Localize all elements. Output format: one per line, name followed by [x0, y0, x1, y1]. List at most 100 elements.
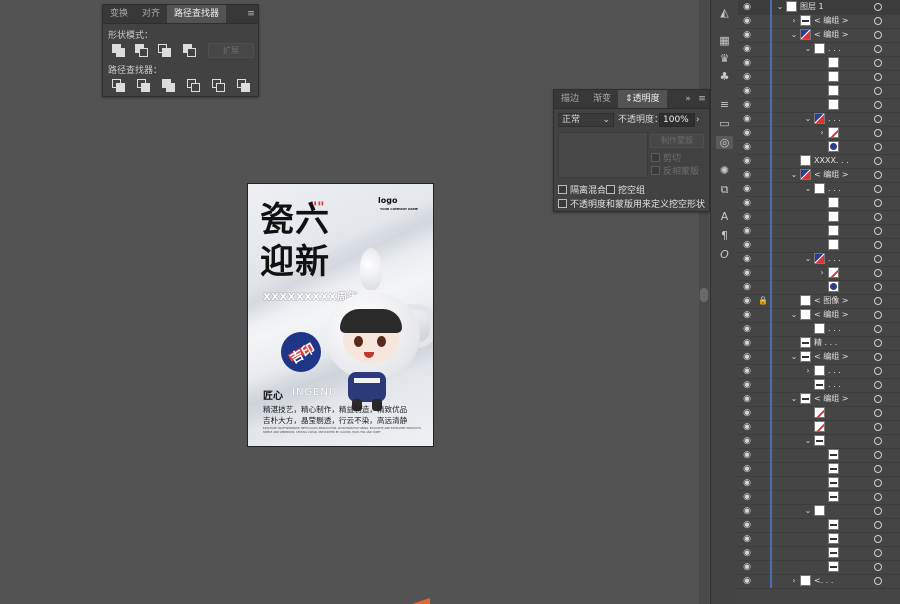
visibility-eye-icon[interactable]: ◉: [742, 128, 752, 138]
target-circle-icon[interactable]: [874, 437, 882, 445]
layer-row[interactable]: ◉: [738, 406, 900, 421]
collapse-arrow-icon[interactable]: ⌄: [790, 29, 798, 41]
target-circle-icon[interactable]: [874, 199, 882, 207]
visibility-eye-icon[interactable]: ◉: [742, 2, 752, 12]
layer-row[interactable]: ◉ ⌄: [738, 434, 900, 449]
visibility-eye-icon[interactable]: ◉: [742, 352, 752, 362]
target-circle-icon[interactable]: [874, 577, 882, 585]
layer-name[interactable]: . . .: [828, 42, 841, 56]
merge-icon[interactable]: [161, 78, 175, 92]
visibility-eye-icon[interactable]: ◉: [742, 506, 752, 516]
visibility-eye-icon[interactable]: ◉: [742, 478, 752, 488]
target-circle-icon[interactable]: [874, 297, 882, 305]
layer-row[interactable]: ◉ ›: [738, 126, 900, 141]
layer-name[interactable]: . . .: [828, 112, 841, 126]
tab-transform[interactable]: 变换: [103, 5, 135, 23]
layer-row[interactable]: ◉ › <. . .: [738, 574, 900, 589]
layer-row[interactable]: ◉ ⌄ < 编组 >: [738, 28, 900, 43]
isolate-blending-checkbox[interactable]: 隔离混合: [558, 183, 606, 196]
layer-row[interactable]: ◉ 🔒 < 图像 >: [738, 294, 900, 309]
layer-name[interactable]: <. . .: [814, 574, 833, 588]
layer-name[interactable]: 精 . . .: [814, 336, 837, 350]
collapse-arrow-icon[interactable]: ⌄: [790, 351, 798, 363]
collapse-arrow-icon[interactable]: ⌄: [790, 393, 798, 405]
layer-name[interactable]: . . .: [828, 252, 841, 266]
layer-row[interactable]: ◉ › < 编组 >: [738, 14, 900, 29]
target-circle-icon[interactable]: [874, 465, 882, 473]
opentype-icon[interactable]: O: [716, 248, 733, 261]
make-mask-button[interactable]: 制作蒙版: [650, 134, 704, 148]
target-circle-icon[interactable]: [874, 507, 882, 515]
layer-name[interactable]: < 图像 >: [814, 294, 849, 308]
panel-menu-icon[interactable]: ≡: [695, 90, 709, 108]
target-circle-icon[interactable]: [874, 339, 882, 347]
layer-row[interactable]: ◉ 精 . . .: [738, 336, 900, 351]
visibility-eye-icon[interactable]: ◉: [742, 338, 752, 348]
layer-row[interactable]: ◉ ⌄ . . .: [738, 252, 900, 267]
clip-checkbox[interactable]: 剪切: [651, 151, 681, 164]
target-circle-icon[interactable]: [874, 269, 882, 277]
minus-back-icon[interactable]: [236, 78, 250, 92]
layer-row[interactable]: ◉: [738, 98, 900, 113]
layer-row[interactable]: ◉ XXXX. . .: [738, 154, 900, 169]
divide-icon[interactable]: [111, 78, 125, 92]
layer-row[interactable]: ◉ . . .: [738, 322, 900, 337]
gradient-icon[interactable]: ▭: [716, 117, 733, 130]
lock-icon[interactable]: 🔒: [758, 296, 768, 306]
target-circle-icon[interactable]: [874, 157, 882, 165]
layer-row[interactable]: ◉: [738, 224, 900, 239]
artboard[interactable]: "" 瓷六 迎新 logoYOUR COMPANY NAME XXXXXXXXX…: [247, 183, 434, 447]
layer-row[interactable]: ◉ ⌄ < 编组 >: [738, 350, 900, 365]
layer-row[interactable]: ◉: [738, 546, 900, 561]
target-circle-icon[interactable]: [874, 87, 882, 95]
visibility-eye-icon[interactable]: ◉: [742, 408, 752, 418]
color-guide-icon[interactable]: ◭: [716, 6, 733, 19]
character-icon[interactable]: A: [716, 210, 733, 223]
layer-row[interactable]: ◉ ⌄ < 编组 >: [738, 168, 900, 183]
layer-row[interactable]: ◉: [738, 140, 900, 155]
unite-icon[interactable]: [111, 43, 125, 57]
layer-row[interactable]: ◉: [738, 476, 900, 491]
visibility-eye-icon[interactable]: ◉: [742, 282, 752, 292]
layer-name[interactable]: < 编组 >: [814, 14, 849, 28]
target-circle-icon[interactable]: [874, 101, 882, 109]
layer-name[interactable]: < 编组 >: [814, 350, 849, 364]
visibility-eye-icon[interactable]: ◉: [742, 254, 752, 264]
visibility-eye-icon[interactable]: ◉: [742, 44, 752, 54]
layer-row[interactable]: ◉ ⌄ . . .: [738, 112, 900, 127]
invert-mask-checkbox[interactable]: 反相蒙版: [651, 164, 699, 177]
layer-row[interactable]: ◉ ›: [738, 266, 900, 281]
target-circle-icon[interactable]: [874, 451, 882, 459]
target-circle-icon[interactable]: [874, 493, 882, 501]
visibility-eye-icon[interactable]: ◉: [742, 212, 752, 222]
tab-transparency[interactable]: ⇕透明度: [618, 90, 667, 108]
visibility-eye-icon[interactable]: ◉: [742, 170, 752, 180]
layer-row[interactable]: ◉ ⌄ < 编组 >: [738, 308, 900, 323]
layer-name[interactable]: 图层 1: [800, 0, 824, 14]
blend-mode-select[interactable]: 正常 ⌄: [558, 113, 614, 127]
expand-button[interactable]: 扩展: [208, 43, 254, 58]
layer-row[interactable]: ◉: [738, 448, 900, 463]
layer-row[interactable]: ◉ ⌄ 图层 1: [738, 0, 900, 15]
visibility-eye-icon[interactable]: ◉: [742, 520, 752, 530]
target-circle-icon[interactable]: [874, 535, 882, 543]
expand-arrow-icon[interactable]: ›: [790, 575, 798, 587]
layer-name[interactable]: . . .: [828, 364, 841, 378]
layer-name[interactable]: < 编组 >: [814, 168, 849, 182]
collapse-arrow-icon[interactable]: ⌄: [804, 253, 812, 265]
layer-name[interactable]: . . .: [828, 378, 841, 392]
target-circle-icon[interactable]: [874, 381, 882, 389]
target-circle-icon[interactable]: [874, 479, 882, 487]
collapse-arrow-icon[interactable]: ⌄: [804, 113, 812, 125]
layer-row[interactable]: ◉: [738, 490, 900, 505]
layer-row[interactable]: ◉: [738, 196, 900, 211]
visibility-eye-icon[interactable]: ◉: [742, 226, 752, 236]
appearance-icon[interactable]: ✺: [716, 164, 733, 177]
target-circle-icon[interactable]: [874, 213, 882, 221]
collapse-arrow-icon[interactable]: ⌄: [776, 1, 784, 13]
layer-row[interactable]: ◉ ⌄ . . .: [738, 42, 900, 57]
layer-row[interactable]: ◉ ⌄ < 编组 >: [738, 392, 900, 407]
visibility-eye-icon[interactable]: ◉: [742, 534, 752, 544]
visibility-eye-icon[interactable]: ◉: [742, 324, 752, 334]
layer-row[interactable]: ◉: [738, 462, 900, 477]
